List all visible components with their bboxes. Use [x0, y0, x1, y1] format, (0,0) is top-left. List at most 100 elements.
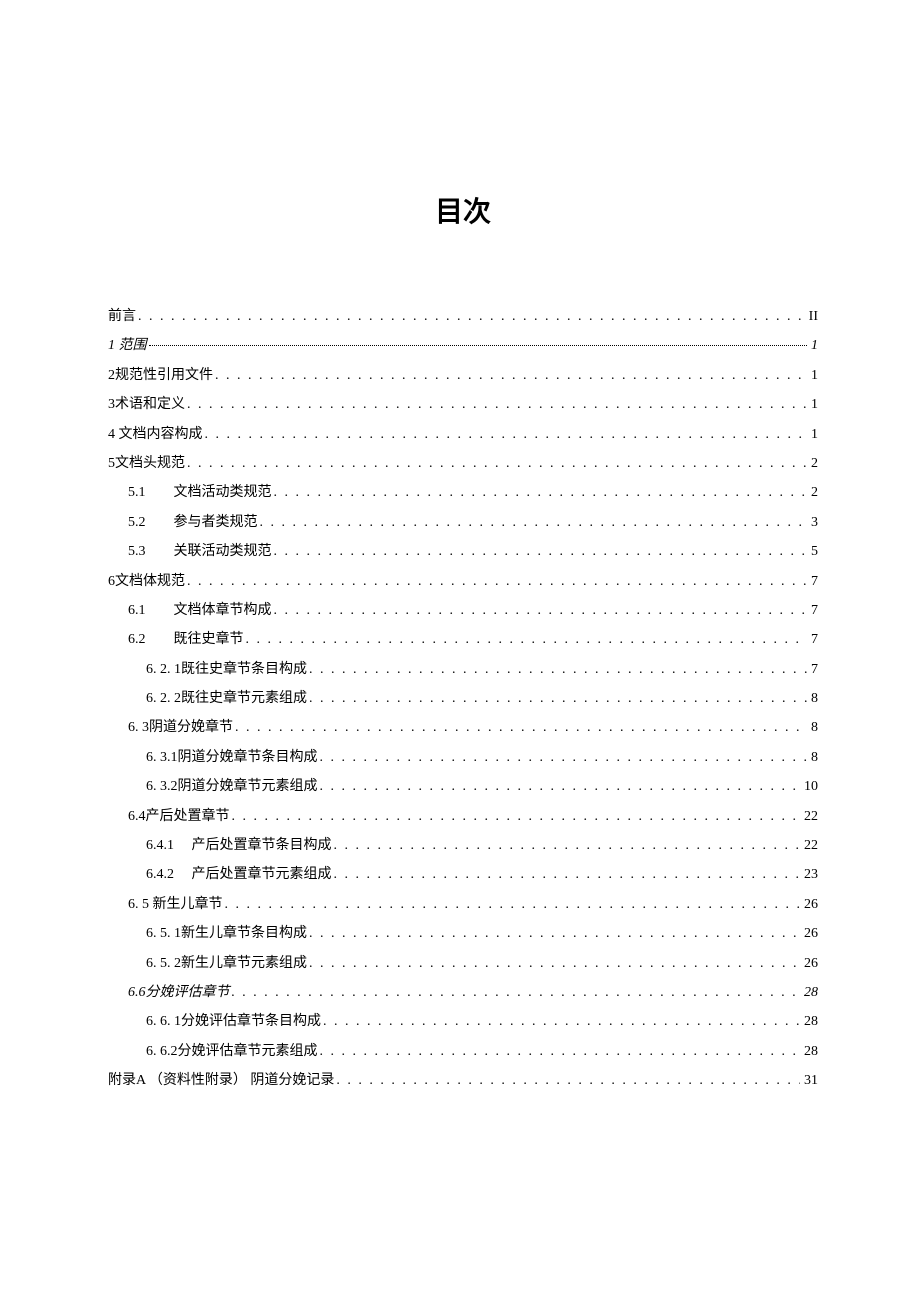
toc-entry-page: 2 — [811, 449, 818, 478]
toc-entry-label: 5文档头规范 — [108, 449, 185, 478]
toc-entry-label: 6.1 文档体章节构成 — [128, 596, 272, 625]
toc-entry-page: 7 — [811, 567, 818, 596]
toc-entry-label: 6.2 既往史章节 — [128, 625, 244, 654]
toc-entry-page: 3 — [811, 508, 818, 537]
toc-leader-dots — [336, 1066, 800, 1095]
toc-entry-page: 23 — [804, 860, 818, 889]
toc-entry: 附录A （资料性附录） 阴道分娩记录 31 — [108, 1066, 818, 1095]
toc-entry: 6.4.2 产后处置章节元素组成 23 — [108, 860, 818, 889]
toc-entry-number: 6.2 — [128, 625, 170, 654]
toc-entry-page: 1 — [811, 390, 818, 419]
toc-entry: 6.4产后处置章节 22 — [108, 802, 818, 831]
toc-entry-label: 6. 2. 1既往史章节条目构成 — [146, 655, 307, 684]
toc-entry-page: 5 — [811, 537, 818, 566]
toc-leader-dots — [334, 860, 801, 889]
toc-entry: 6. 5 新生儿章节 26 — [108, 890, 818, 919]
toc-leader-dots — [149, 345, 808, 346]
toc-entry-label: 2规范性引用文件 — [108, 361, 213, 390]
toc-entry: 6.2 既往史章节 7 — [108, 625, 818, 654]
toc-entry: 6.4.1 产后处置章节条目构成 22 — [108, 831, 818, 860]
toc-entry: 4 文档内容构成 1 — [108, 420, 818, 449]
toc-entry-number: 5.3 — [128, 537, 170, 566]
toc-leader-dots — [187, 449, 807, 478]
toc-entry-page: II — [809, 302, 818, 331]
toc-entry-page: 1 — [811, 331, 818, 360]
toc-entry-page: 2 — [811, 478, 818, 507]
toc-entry: 6. 3阴道分娩章节 8 — [108, 713, 818, 742]
toc-leader-dots — [187, 390, 807, 419]
toc-leader-dots — [274, 596, 808, 625]
toc-entry-label: 6.4产后处置章节 — [128, 802, 230, 831]
toc-leader-dots — [232, 978, 801, 1007]
toc-entry: 6文档体规范 7 — [108, 567, 818, 596]
toc-entry: 6. 3.1阴道分娩章节条目构成 8 — [108, 743, 818, 772]
toc-leader-dots — [309, 949, 800, 978]
toc-entry-label: 5.3 关联活动类规范 — [128, 537, 272, 566]
toc-entry: 6.6分娩评估章节 28 — [108, 978, 818, 1007]
toc-leader-dots — [309, 655, 807, 684]
toc-entry-label: 前言 — [108, 302, 136, 331]
toc-entry-page: 8 — [811, 684, 818, 713]
toc-entry-label: 6.6分娩评估章节 — [128, 978, 230, 1007]
toc-entry-page: 8 — [811, 743, 818, 772]
toc-entry-number: 5.2 — [128, 508, 170, 537]
toc-entry-label: 6. 3.1阴道分娩章节条目构成 — [146, 743, 318, 772]
toc-entry: 6. 5. 1新生儿章节条目构成 26 — [108, 919, 818, 948]
toc-leader-dots — [274, 537, 808, 566]
toc-entry-page: 26 — [804, 890, 818, 919]
toc-entry: 5.2 参与者类规范 3 — [108, 508, 818, 537]
toc-entry-label: 附录A （资料性附录） 阴道分娩记录 — [108, 1066, 334, 1095]
toc-entry-label: 5.2 参与者类规范 — [128, 508, 258, 537]
toc-entry-label: 6. 5. 2新生儿章节元素组成 — [146, 949, 307, 978]
toc-entry-number: 6.4.2 — [146, 860, 188, 889]
toc-entry: 6. 3.2阴道分娩章节元素组成 10 — [108, 772, 818, 801]
toc-entry-page: 28 — [804, 1037, 818, 1066]
toc-entry-label: 6.4.1 产后处置章节条目构成 — [146, 831, 332, 860]
toc-leader-dots — [274, 478, 808, 507]
toc-leader-dots — [232, 802, 801, 831]
toc-entry-label: 6. 3.2阴道分娩章节元素组成 — [146, 772, 318, 801]
toc-list: 前言 II1 范围 12规范性引用文件 13术语和定义 14 文档内容构成 15… — [108, 302, 818, 1096]
toc-entry-page: 22 — [804, 802, 818, 831]
toc-entry: 6. 2. 1既往史章节条目构成 7 — [108, 655, 818, 684]
toc-entry: 1 范围 1 — [108, 331, 818, 360]
toc-leader-dots — [323, 1007, 800, 1036]
toc-leader-dots — [225, 890, 801, 919]
toc-entry: 3术语和定义 1 — [108, 390, 818, 419]
toc-entry-label: 5.1 文档活动类规范 — [128, 478, 272, 507]
toc-entry-page: 26 — [804, 949, 818, 978]
toc-entry-page: 26 — [804, 919, 818, 948]
toc-entry-label: 1 范围 — [108, 331, 147, 360]
toc-entry-number: 5.1 — [128, 478, 170, 507]
toc-entry: 2规范性引用文件 1 — [108, 361, 818, 390]
toc-title: 目次 — [108, 190, 818, 230]
toc-entry-page: 1 — [811, 361, 818, 390]
toc-entry-page: 1 — [811, 420, 818, 449]
toc-entry-label: 6. 2. 2既往史章节元素组成 — [146, 684, 307, 713]
toc-entry: 5.1 文档活动类规范 2 — [108, 478, 818, 507]
toc-entry: 5.3 关联活动类规范 5 — [108, 537, 818, 566]
toc-entry: 6. 6.2分娩评估章节元素组成 28 — [108, 1037, 818, 1066]
toc-leader-dots — [320, 743, 808, 772]
toc-leader-dots — [215, 361, 807, 390]
toc-entry-label: 6. 3阴道分娩章节 — [128, 713, 233, 742]
toc-entry: 6. 2. 2既往史章节元素组成 8 — [108, 684, 818, 713]
toc-entry: 6. 6. 1分娩评估章节条目构成 28 — [108, 1007, 818, 1036]
toc-entry-label: 6.4.2 产后处置章节元素组成 — [146, 860, 332, 889]
toc-entry: 6. 5. 2新生儿章节元素组成 26 — [108, 949, 818, 978]
toc-leader-dots — [138, 302, 805, 331]
toc-entry: 6.1 文档体章节构成 7 — [108, 596, 818, 625]
toc-leader-dots — [260, 508, 808, 537]
toc-entry-label: 6. 5. 1新生儿章节条目构成 — [146, 919, 307, 948]
toc-entry-page: 8 — [811, 713, 818, 742]
toc-entry-number: 6.1 — [128, 596, 170, 625]
toc-entry-page: 7 — [811, 655, 818, 684]
toc-entry-page: 28 — [804, 978, 818, 1007]
toc-leader-dots — [309, 684, 807, 713]
toc-entry-page: 28 — [804, 1007, 818, 1036]
toc-entry-label: 4 文档内容构成 — [108, 420, 203, 449]
toc-leader-dots — [334, 831, 801, 860]
toc-leader-dots — [246, 625, 808, 654]
toc-leader-dots — [309, 919, 800, 948]
toc-entry-label: 3术语和定义 — [108, 390, 185, 419]
